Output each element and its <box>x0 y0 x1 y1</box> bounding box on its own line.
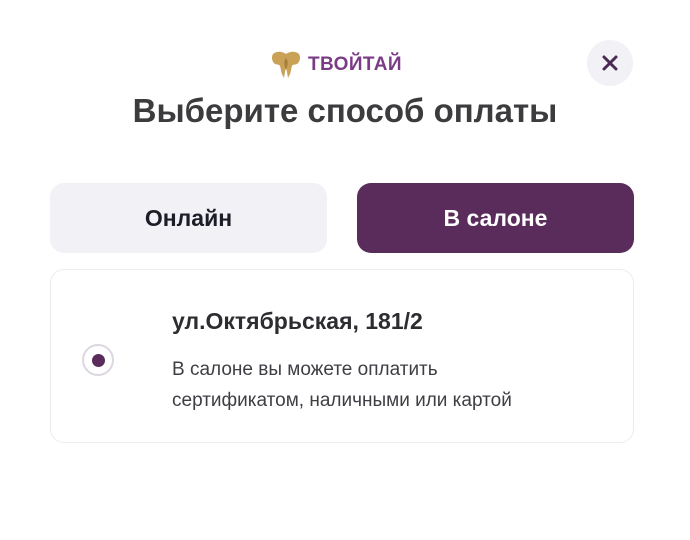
tab-online[interactable]: Онлайн <box>50 183 327 253</box>
radio-selected-dot <box>91 353 105 367</box>
payment-method-modal: ТВОЙТАЙ Выберите способ оплаты Онлайн В … <box>0 0 690 540</box>
page-title: Выберите способ оплаты <box>132 92 558 129</box>
salon-address: ул.Октябрьская, 181/2 <box>172 308 423 334</box>
brand-name: ТВОЙТАЙ <box>308 54 402 75</box>
tab-in-salon[interactable]: В салоне <box>357 183 634 253</box>
description-line: В салоне вы можете оплатить <box>172 359 438 380</box>
close-button[interactable] <box>587 40 633 86</box>
salon-location-option[interactable]: ул.Октябрьская, 181/2 В салоне вы можете… <box>50 269 634 443</box>
location-radio[interactable] <box>82 344 114 376</box>
brand-logo: ТВОЙТАЙ <box>270 48 402 82</box>
close-icon <box>602 55 618 71</box>
payment-description: В салоне вы можете оплатить сертификатом… <box>172 354 612 416</box>
description-line: сертификатом, наличными или картой <box>172 390 512 411</box>
elephant-icon <box>271 51 301 78</box>
